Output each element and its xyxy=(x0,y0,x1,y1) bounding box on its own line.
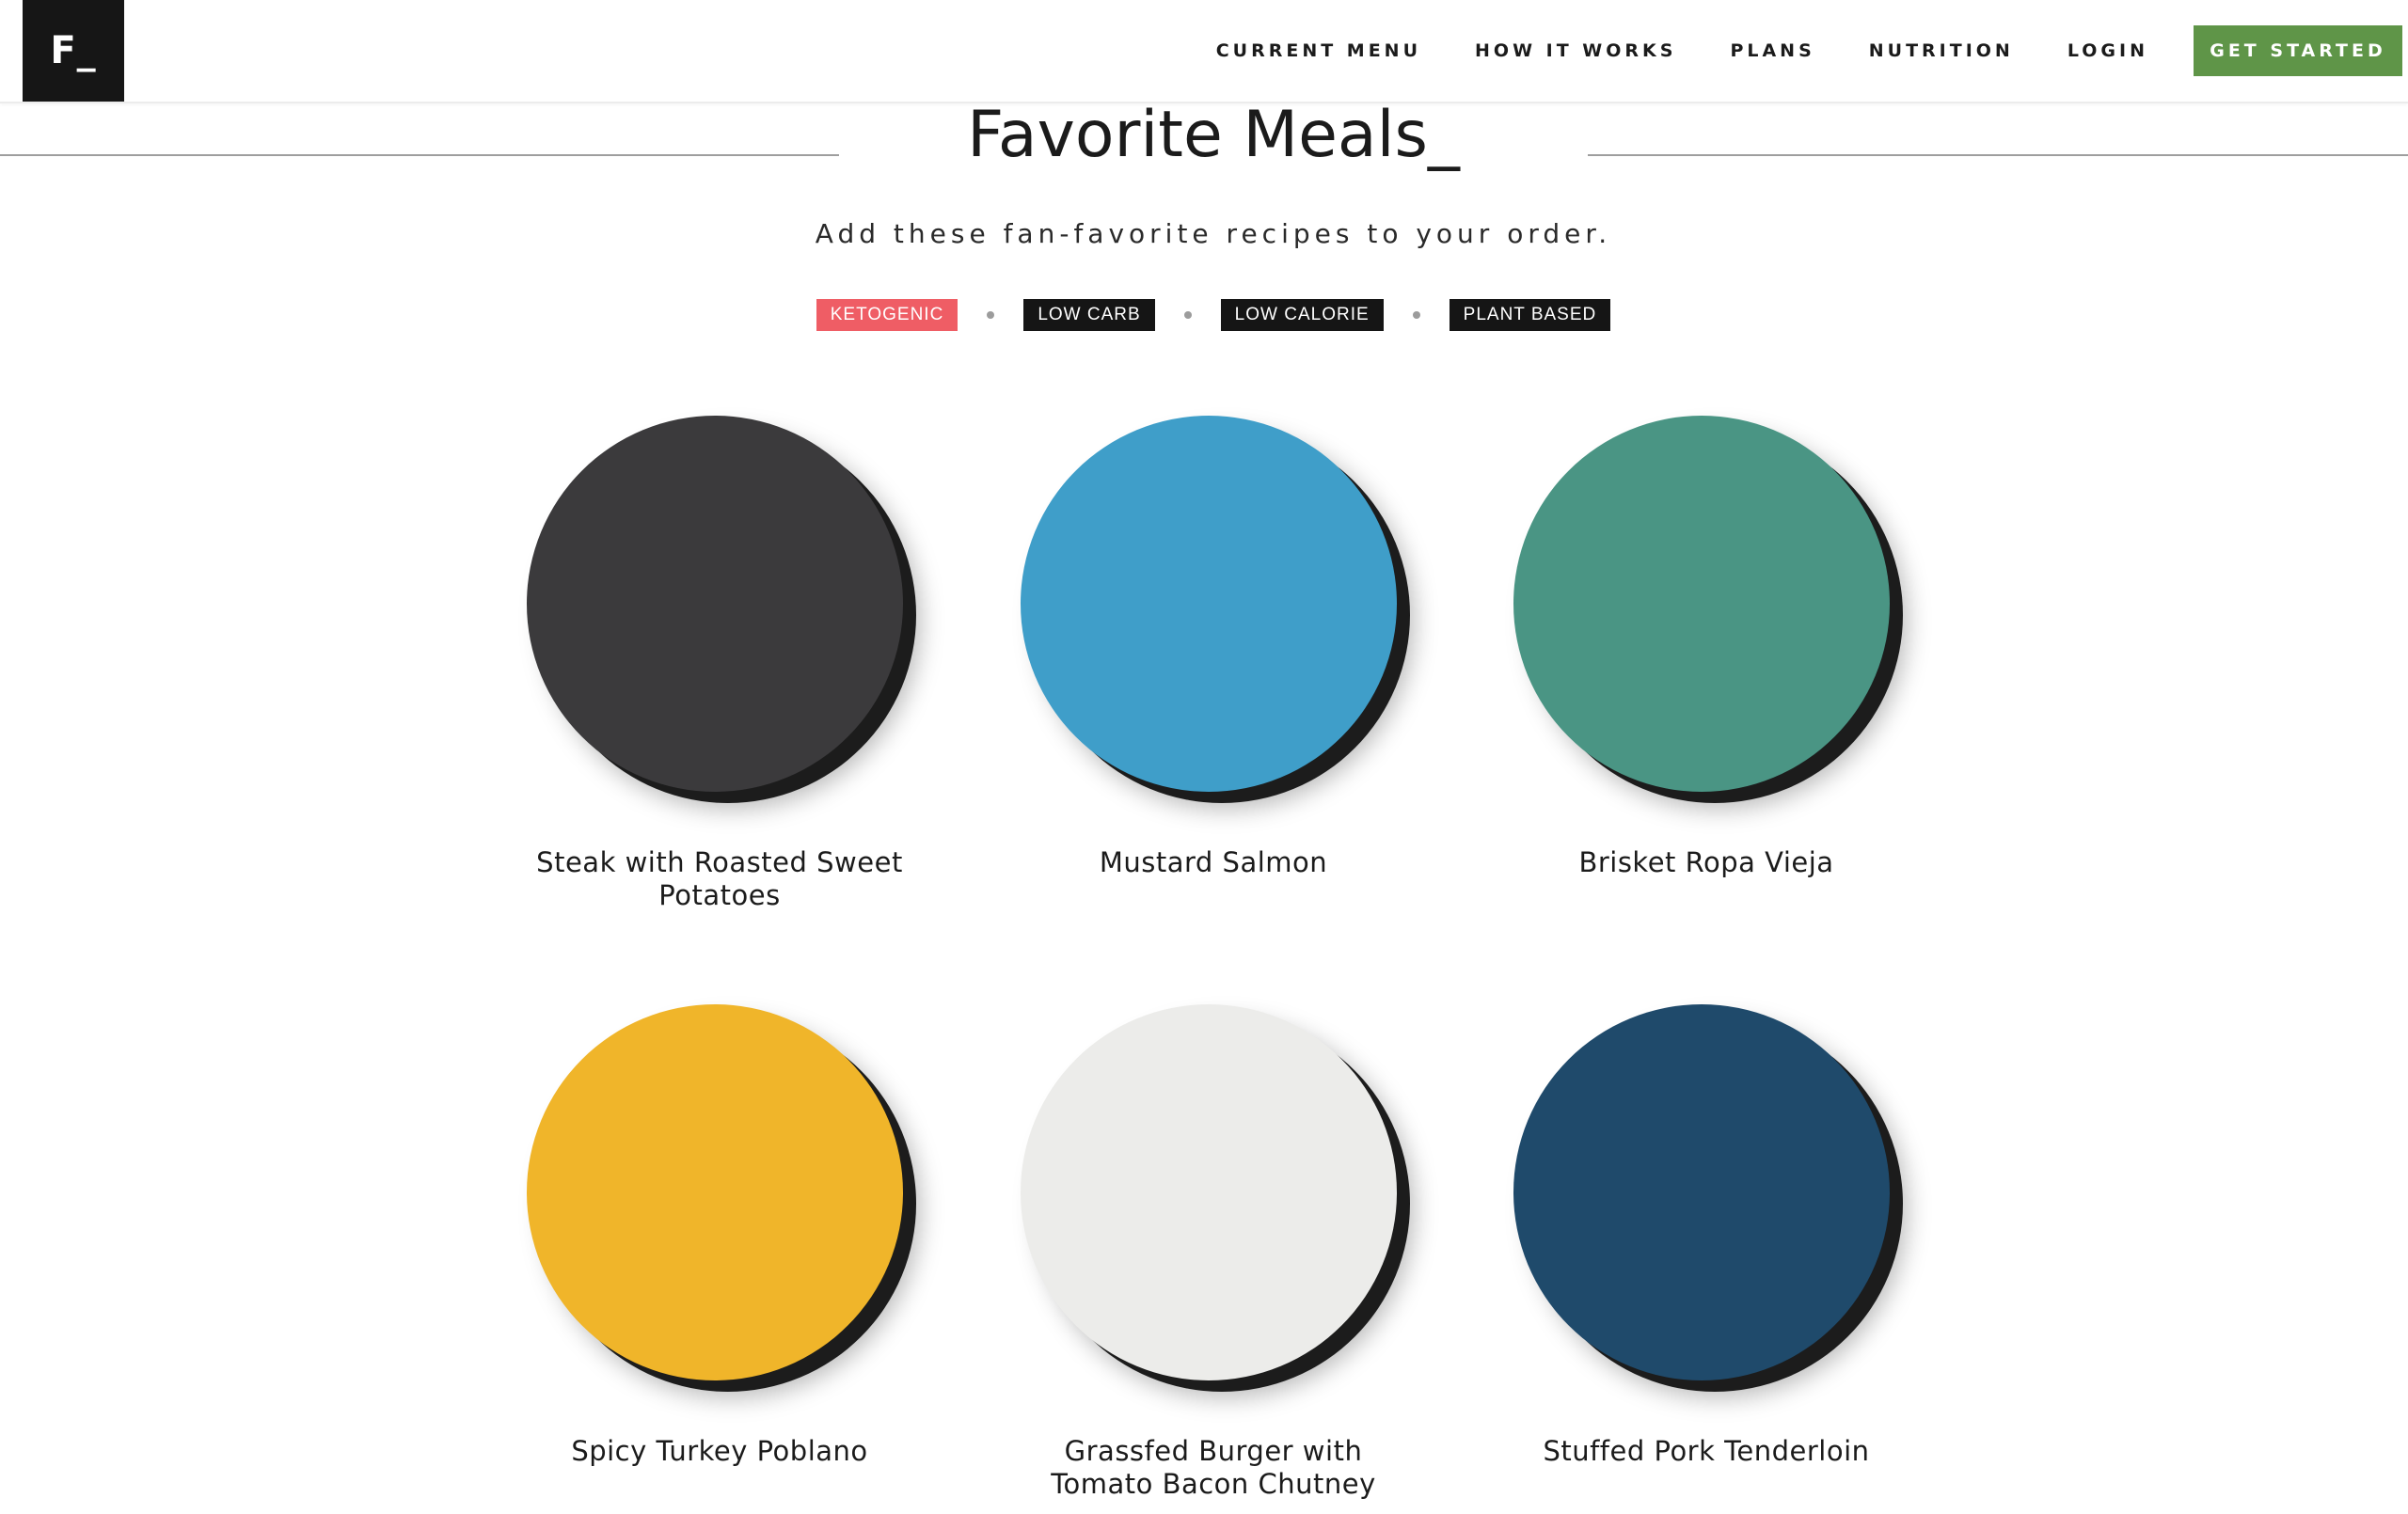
meal-plate-image[interactable] xyxy=(527,416,903,792)
meal-name[interactable]: Mustard Salmon xyxy=(1016,846,1411,879)
filter-low-calorie[interactable]: LOW CALORIE xyxy=(1220,299,1384,331)
title-rule-left xyxy=(0,154,839,156)
section-subtitle: Add these fan-favorite recipes to your o… xyxy=(815,218,1612,249)
nav-login[interactable]: LOGIN xyxy=(2067,40,2148,61)
nav-how-it-works[interactable]: HOW IT WORKS xyxy=(1475,40,1676,61)
meal-plate-image[interactable] xyxy=(1513,416,1890,792)
section-title: Favorite Meals_ xyxy=(967,98,1460,172)
filter-separator xyxy=(1183,311,1192,319)
filter-separator xyxy=(987,311,995,319)
site-header: F_ CURRENT MENU HOW IT WORKS PLANS NUTRI… xyxy=(0,0,2408,103)
meal-plate-image[interactable] xyxy=(1021,416,1397,792)
meal-name[interactable]: Steak with Roasted Sweet Potatoes xyxy=(522,846,917,912)
meal-name[interactable]: Stuffed Pork Tenderloin xyxy=(1509,1435,1904,1468)
brand-logo[interactable]: F_ xyxy=(23,0,124,102)
meal-plate-image[interactable] xyxy=(527,1004,903,1380)
get-started-button[interactable]: GET STARTED xyxy=(2194,25,2402,76)
title-rule-right xyxy=(1588,154,2408,156)
meal-name[interactable]: Grassfed Burger with Tomato Bacon Chutne… xyxy=(1016,1435,1411,1501)
nav-nutrition[interactable]: NUTRITION xyxy=(1869,40,2014,61)
filter-low-carb[interactable]: LOW CARB xyxy=(1023,299,1155,331)
meal-name[interactable]: Spicy Turkey Poblano xyxy=(522,1435,917,1468)
meal-plate-image[interactable] xyxy=(1021,1004,1397,1380)
nav-plans[interactable]: PLANS xyxy=(1730,40,1814,61)
meal-plate-image[interactable] xyxy=(1513,1004,1890,1380)
main-nav: CURRENT MENU HOW IT WORKS PLANS NUTRITIO… xyxy=(1216,0,2408,102)
nav-current-menu[interactable]: CURRENT MENU xyxy=(1216,40,1421,61)
diet-filters: KETOGENIC LOW CARB LOW CALORIE PLANT BAS… xyxy=(0,299,2408,331)
filter-plant-based[interactable]: PLANT BASED xyxy=(1449,299,1611,331)
filter-ketogenic[interactable]: KETOGENIC xyxy=(816,299,958,331)
meal-name[interactable]: Brisket Ropa Vieja xyxy=(1509,846,1904,879)
filter-separator xyxy=(1412,311,1420,319)
